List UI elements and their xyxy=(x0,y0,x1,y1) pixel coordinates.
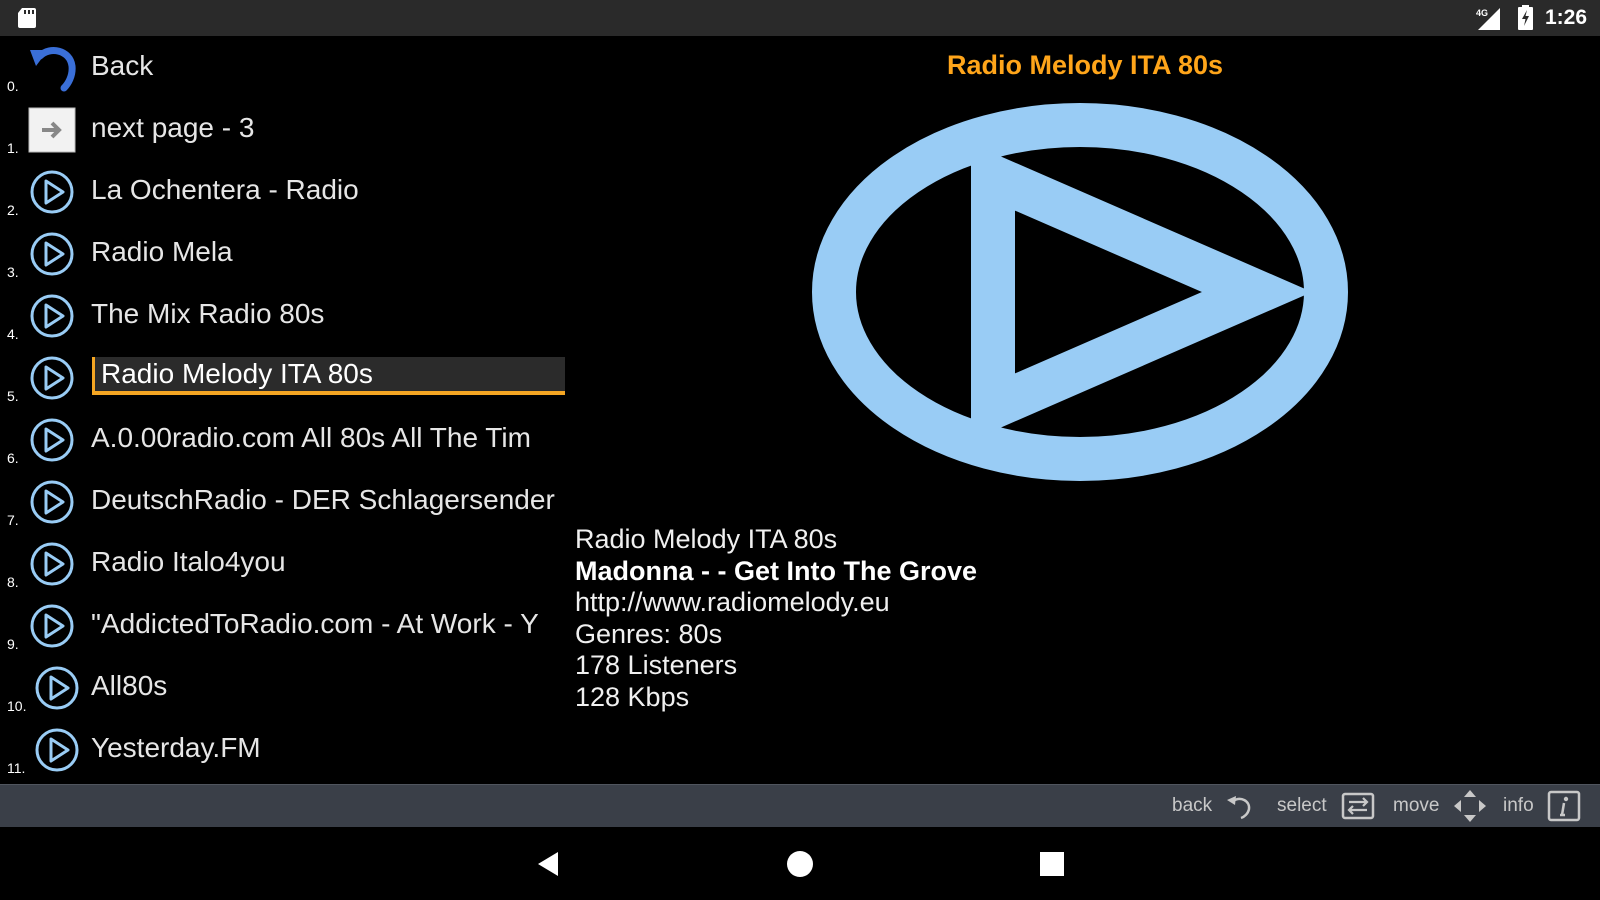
hint-back-label: back xyxy=(1172,795,1213,816)
item-index: 2. xyxy=(7,202,19,218)
hint-move[interactable]: move xyxy=(1393,785,1487,827)
nav-recents-icon[interactable] xyxy=(1032,845,1072,883)
list-item-station[interactable]: 9. "AddictedToRadio.com - At Work - Y xyxy=(0,594,570,656)
play-circle-icon xyxy=(30,356,74,400)
nav-home-icon[interactable] xyxy=(780,845,820,883)
next-page-icon xyxy=(28,107,76,153)
navigation-bar xyxy=(0,827,1600,900)
listener-count: 178 Listeners xyxy=(575,650,738,680)
list-item-station[interactable]: 6. A.0.00radio.com All 80s All The Tim xyxy=(0,408,570,470)
hint-move-label: move xyxy=(1393,795,1440,816)
move-arrows-icon xyxy=(1453,790,1486,822)
play-circle-icon xyxy=(30,604,74,648)
station-url: http://www.radiomelody.eu xyxy=(575,587,890,617)
now-playing: Madonna - - Get Into The Grove xyxy=(575,555,978,586)
undo-icon xyxy=(1227,796,1251,820)
list-item-station[interactable]: 2. La Ochentera - Radio xyxy=(0,160,570,222)
play-circle-icon xyxy=(35,666,79,710)
back-arrow-icon xyxy=(30,47,76,92)
item-label: next page - 3 xyxy=(91,112,255,143)
info-icon xyxy=(1547,790,1581,822)
play-circle-icon xyxy=(30,294,74,338)
clock: 1:26 xyxy=(1545,6,1588,29)
item-index: 7. xyxy=(7,512,19,528)
item-label: All80s xyxy=(91,670,168,701)
play-circle-icon xyxy=(30,542,74,586)
list-item-station[interactable]: 4. The Mix Radio 80s xyxy=(0,284,570,346)
play-circle-icon xyxy=(30,170,74,214)
item-label: Radio Italo4you xyxy=(91,546,286,577)
signal-icon: 4G xyxy=(1476,8,1500,30)
select-icon xyxy=(1341,792,1375,820)
status-bar: 4G 1:26 xyxy=(0,0,1600,36)
item-label: DeutschRadio - DER Schlagersender xyxy=(91,484,555,515)
hint-select-label: select xyxy=(1277,795,1327,816)
item-label: La Ochentera - Radio xyxy=(91,174,359,205)
item-label: Radio Mela xyxy=(91,236,233,267)
list-item-station-selected[interactable]: 5. Radio Melody ITA 80s xyxy=(0,346,570,408)
item-label: Back xyxy=(91,50,154,81)
item-index: 3. xyxy=(7,264,19,280)
item-index: 5. xyxy=(7,388,19,404)
battery-icon xyxy=(1518,5,1533,30)
hint-bar: back select move info xyxy=(0,784,1600,827)
item-label: A.0.00radio.com All 80s All The Tim xyxy=(91,422,531,453)
item-index: 6. xyxy=(7,450,19,466)
item-index: 10. xyxy=(7,698,27,714)
item-index: 8. xyxy=(7,574,19,590)
item-label: Yesterday.FM xyxy=(91,732,261,763)
item-index: 9. xyxy=(7,636,19,652)
play-circle-icon xyxy=(30,480,74,524)
play-circle-icon xyxy=(35,728,79,772)
item-index: 1. xyxy=(7,140,19,156)
list-item-station[interactable]: 11. Yesterday.FM xyxy=(0,718,570,780)
list-item-station[interactable]: 7. DeutschRadio - DER Schlagersender xyxy=(0,470,570,532)
item-label: The Mix Radio 80s xyxy=(91,298,325,329)
detail-title: Radio Melody ITA 80s xyxy=(946,50,1224,80)
hint-select[interactable]: select xyxy=(1277,785,1376,827)
item-index: 11. xyxy=(7,760,26,776)
play-circle-icon xyxy=(30,232,74,276)
station-genres: Genres: 80s xyxy=(575,618,723,649)
bitrate: 128 Kbps xyxy=(575,681,690,712)
list-item-next-page[interactable]: 1. next page - 3 xyxy=(0,98,570,160)
item-index: 4. xyxy=(7,326,19,342)
list-item-back[interactable]: 0. Back xyxy=(0,36,570,98)
list-item-station[interactable]: 8. Radio Italo4you xyxy=(0,532,570,594)
hint-info[interactable]: info xyxy=(1503,785,1581,827)
item-label: Radio Melody ITA 80s xyxy=(92,357,565,395)
item-index: 0. xyxy=(7,78,19,94)
list-item-station[interactable]: 10. All80s xyxy=(0,656,570,718)
sd-card-icon xyxy=(18,8,36,28)
play-circle-icon xyxy=(30,418,74,462)
nav-back-icon[interactable] xyxy=(532,845,572,883)
station-name: Radio Melody ITA 80s xyxy=(575,524,838,554)
hint-info-label: info xyxy=(1503,795,1534,816)
station-details: Radio Melody ITA 80s Madonna - - Get Int… xyxy=(575,524,1135,713)
svg-text:4G: 4G xyxy=(1476,8,1488,18)
item-label: "AddictedToRadio.com - At Work - Y xyxy=(91,608,539,639)
large-play-icon[interactable] xyxy=(810,100,1350,496)
list-item-station[interactable]: 3. Radio Mela xyxy=(0,222,570,284)
hint-back[interactable]: back xyxy=(1172,785,1253,827)
station-list: 0. Back 1. next page - 3 2. La Ochentera… xyxy=(0,36,570,784)
